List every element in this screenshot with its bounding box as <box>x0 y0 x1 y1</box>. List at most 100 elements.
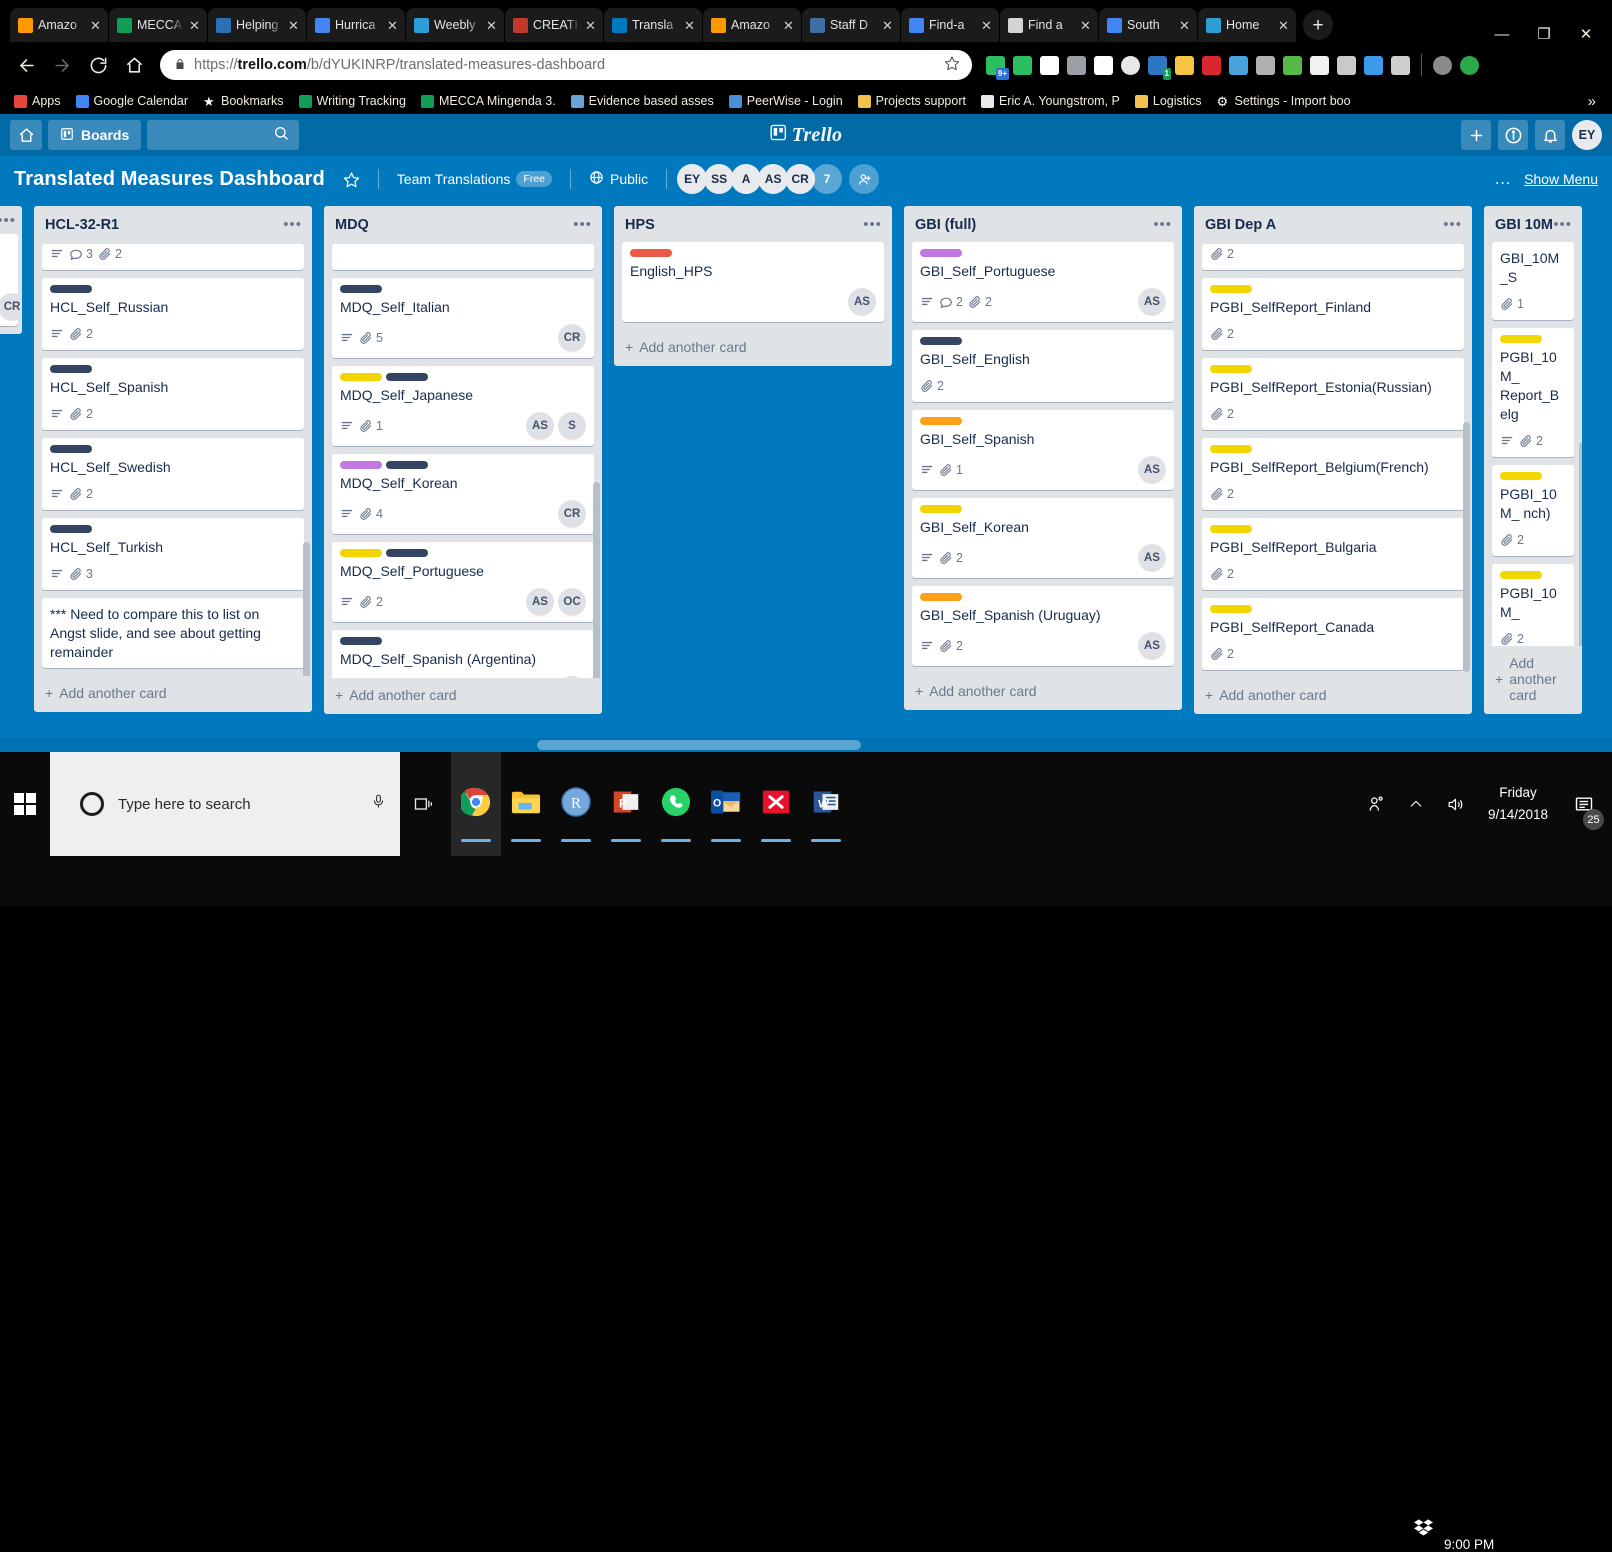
card-label[interactable] <box>340 549 382 557</box>
list-actions-icon[interactable]: ••• <box>283 217 302 232</box>
close-icon[interactable]: ✕ <box>684 19 696 32</box>
card-label[interactable] <box>1210 445 1252 453</box>
taskbar-rstudio-button[interactable]: R <box>551 752 601 856</box>
scrollbar-thumb[interactable] <box>537 740 861 750</box>
card[interactable]: MDQ_Self_Portuguese 2 AS OC <box>332 542 594 622</box>
card-label[interactable] <box>340 461 382 469</box>
card[interactable]: CR <box>0 234 22 326</box>
list[interactable]: GBI 10M ••• GBI_10M_S 1 PGBI_10M_ Report_Bel… <box>1484 206 1582 714</box>
card[interactable]: HCL_Self_Turkish 3 <box>42 518 304 590</box>
card[interactable]: English_HPS AS <box>622 242 884 322</box>
taskbar-powerpoint-button[interactable]: P <box>601 752 651 856</box>
card[interactable]: GBI_10M_S 1 <box>1492 242 1574 320</box>
taskbar-outlook-button[interactable]: O <box>701 752 751 856</box>
paperpile-icon[interactable] <box>1094 55 1113 75</box>
action-center-icon[interactable]: 25 <box>1560 752 1608 856</box>
visibility-button[interactable]: Public <box>581 165 656 193</box>
list-actions-icon[interactable]: ••• <box>1153 217 1172 232</box>
add-card-button[interactable]: + Add another card <box>1194 678 1472 714</box>
close-icon[interactable]: ✕ <box>486 19 498 32</box>
add-member-icon[interactable] <box>849 164 880 194</box>
boards-button[interactable]: Boards <box>48 120 142 150</box>
address-bar[interactable]: https://trello.com/b/dYUKINRP/translated… <box>160 50 972 80</box>
card[interactable]: GBI_Self_English 2 <box>912 330 1174 402</box>
card[interactable]: HCL_Self_Swedish 2 <box>42 438 304 510</box>
board-horizontal-scrollbar[interactable] <box>0 738 1612 752</box>
start-button[interactable] <box>0 752 50 856</box>
mega-icon[interactable] <box>1202 55 1221 75</box>
list[interactable]: GBI Dep A ••• 2 PGBI_SelfReport_Finland 2 PGB… <box>1194 206 1472 714</box>
card-member-avatar[interactable]: AS <box>848 288 876 316</box>
board-menu-dots[interactable]: … <box>1494 169 1512 189</box>
card-label[interactable] <box>50 365 92 373</box>
browser-tab[interactable]: Find a ✕ <box>1000 8 1098 42</box>
close-icon[interactable]: ✕ <box>1080 19 1092 32</box>
doc-icon[interactable] <box>1310 55 1329 75</box>
card-label[interactable] <box>1210 285 1252 293</box>
close-button[interactable]: ✕ <box>1578 27 1594 42</box>
bookmark-item[interactable]: PeerWise - Login <box>723 92 849 110</box>
card-label[interactable] <box>50 525 92 533</box>
close-icon[interactable]: ✕ <box>288 19 300 32</box>
list[interactable]: GBI (full) ••• GBI_Self_Portuguese 2 2 AS GBI_… <box>904 206 1182 710</box>
bookmark-item[interactable]: ⚙ Settings - Import boo <box>1211 92 1357 110</box>
card[interactable]: GBI_Self_Spanish 1 AS <box>912 410 1174 490</box>
zotero-icon[interactable] <box>1229 55 1248 75</box>
checkmark-icon[interactable] <box>1256 55 1275 75</box>
card-member-avatar[interactable]: CR <box>558 676 586 678</box>
maximize-button[interactable]: ❐ <box>1536 27 1552 42</box>
grammarly-icon[interactable] <box>1067 55 1086 75</box>
card-label[interactable] <box>920 417 962 425</box>
add-card-button[interactable]: + Add another card <box>34 676 312 712</box>
close-icon[interactable]: ✕ <box>189 19 201 32</box>
card-label[interactable] <box>50 285 92 293</box>
card-label[interactable] <box>920 593 962 601</box>
card-label[interactable] <box>386 549 428 557</box>
card-label[interactable] <box>50 445 92 453</box>
browser-tab[interactable]: South ✕ <box>1099 8 1197 42</box>
dropbox-blue-icon[interactable] <box>1364 55 1383 75</box>
browser-tab[interactable]: Staff D ✕ <box>802 8 900 42</box>
bookmark-item[interactable]: MECCA Mingenda 3. <box>415 92 562 110</box>
list[interactable]: HPS ••• English_HPS AS + Add another card <box>614 206 892 366</box>
close-icon[interactable]: ✕ <box>783 19 795 32</box>
card-label[interactable] <box>920 505 962 513</box>
card-member-avatar[interactable]: CR <box>558 500 586 528</box>
green-circle-icon[interactable] <box>1460 55 1479 75</box>
search-input[interactable] <box>147 120 300 150</box>
board-member-avatar[interactable]: AS <box>758 164 789 194</box>
bookmark-item[interactable]: Apps <box>8 92 67 110</box>
browser-tab[interactable]: Home ✕ <box>1198 8 1296 42</box>
card-label[interactable] <box>340 373 382 381</box>
card[interactable]: PGBI_SelfReport_Estonia(Russian) 2 <box>1202 358 1464 430</box>
pocket-icon[interactable] <box>1337 55 1356 75</box>
card[interactable]: MDQ_Self_Korean 4 CR <box>332 454 594 534</box>
star-icon[interactable] <box>335 166 368 193</box>
add-card-button[interactable]: + Add another card <box>324 678 602 714</box>
add-card-button[interactable]: + Add another card <box>614 330 892 366</box>
chevron-up-icon[interactable] <box>1396 752 1436 856</box>
taskbar-whatsapp-button[interactable] <box>651 752 701 856</box>
home-icon[interactable] <box>10 120 42 150</box>
list-scrollbar[interactable] <box>1579 442 1582 646</box>
card-partial[interactable] <box>332 244 594 270</box>
bookmark-item[interactable]: Writing Tracking <box>293 92 412 110</box>
bookmark-item[interactable]: Evidence based asses <box>565 92 720 110</box>
card-member-avatar[interactable]: CR <box>558 324 586 352</box>
browser-tab[interactable]: CREATI ✕ <box>505 8 603 42</box>
board-member-avatar[interactable]: SS <box>704 164 735 194</box>
close-icon[interactable]: ✕ <box>1278 19 1290 32</box>
microphone-icon[interactable] <box>371 792 386 816</box>
card-member-avatar[interactable]: AS <box>526 412 554 440</box>
close-icon[interactable]: ✕ <box>585 19 597 32</box>
card-member-avatar[interactable]: AS <box>1138 456 1166 484</box>
list-clipped-left[interactable]: ••• CR <box>0 206 22 334</box>
forward-button[interactable] <box>46 49 78 81</box>
volume-icon[interactable] <box>1436 752 1476 856</box>
card-label[interactable] <box>386 461 428 469</box>
browser-tab[interactable]: Transla ✕ <box>604 8 702 42</box>
screencast-icon[interactable] <box>1175 55 1194 75</box>
bookmark-item[interactable]: Projects support <box>852 92 972 110</box>
close-icon[interactable]: ✕ <box>1179 19 1191 32</box>
card[interactable]: MDQ_Self_Japanese 1 AS S <box>332 366 594 446</box>
